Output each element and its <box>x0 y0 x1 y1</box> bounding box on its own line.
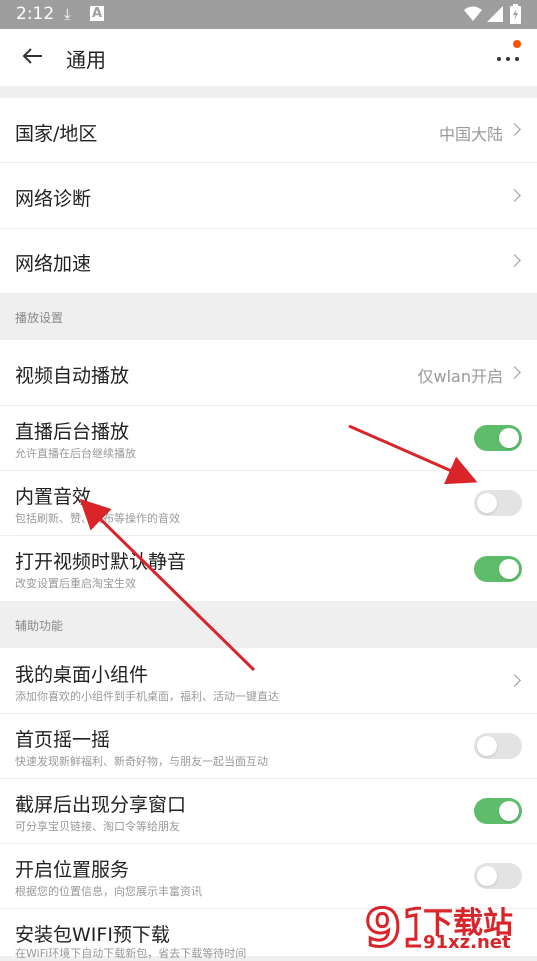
status-time: 2:12 <box>16 4 55 24</box>
shake-toggle[interactable] <box>474 733 522 759</box>
item-value: 中国大陆 <box>438 125 503 144</box>
app-bar: 通用 <box>0 29 537 86</box>
section-title: 辅助功能 <box>15 619 64 633</box>
chevron-right-icon <box>508 674 521 687</box>
section-header-playback: 播放设置 <box>0 293 537 340</box>
item-label: 我的桌面小组件 <box>15 664 149 686</box>
item-label: 截屏后出现分享窗口 <box>15 794 187 816</box>
settings-item-screenshot-share: 截屏后出现分享窗口 可分享宝贝链接、淘口令等给朋友 <box>0 779 537 843</box>
watermark: 91 下载站 91xz.net <box>365 896 535 957</box>
toggle-knob <box>477 736 497 756</box>
status-bar: 2:12 ⤓ A <box>0 0 537 29</box>
more-button[interactable] <box>495 40 521 67</box>
toggle-knob <box>499 801 519 821</box>
a-icon: A <box>90 6 105 21</box>
item-description: 允许直播在后台继续播放 <box>15 447 136 460</box>
chevron-right-icon <box>508 123 521 136</box>
section-header-assist: 辅助功能 <box>0 601 537 648</box>
watermark-url: 91xz.net <box>423 932 511 953</box>
notification-badge <box>513 40 521 48</box>
item-label: 直播后台播放 <box>15 421 130 443</box>
item-label: 开启位置服务 <box>15 859 130 881</box>
more-dots-icon <box>497 57 501 61</box>
sound-effects-toggle[interactable] <box>474 490 522 516</box>
more-dot <box>506 57 510 61</box>
toggle-knob <box>477 493 497 513</box>
settings-item-sound-effects: 内置音效 包括刷新、赞、发布等操作的音效 <box>0 471 537 535</box>
item-label: 网络诊断 <box>15 188 92 210</box>
mute-on-open-toggle[interactable] <box>474 556 522 582</box>
item-label: 视频自动播放 <box>15 365 130 387</box>
settings-item-mute-on-open: 打开视频时默认静音 改变设置后重启淘宝生效 <box>0 536 537 601</box>
wifi-icon <box>464 6 482 21</box>
settings-item-video-autoplay[interactable]: 视频自动播放 仅wlan开启 <box>0 340 537 405</box>
settings-item-region[interactable]: 国家/地区 中国大陆 <box>0 98 537 162</box>
signal-icon <box>487 6 503 22</box>
toggle-knob <box>499 428 519 448</box>
location-toggle[interactable] <box>474 863 522 889</box>
toggle-knob <box>477 866 497 886</box>
watermark-logo-text: 91 <box>365 899 421 956</box>
battery-icon <box>510 4 521 24</box>
settings-item-live-background: 直播后台播放 允许直播在后台继续播放 <box>0 406 537 470</box>
settings-item-network-diagnosis[interactable]: 网络诊断 <box>0 163 537 228</box>
live-background-toggle[interactable] <box>474 425 522 451</box>
item-description: 添加你喜欢的小组件到手机桌面，福利、活动一键直达 <box>15 690 279 703</box>
settings-item-desktop-widget[interactable]: 我的桌面小组件 添加你喜欢的小组件到手机桌面，福利、活动一键直达 <box>0 648 537 713</box>
item-description: 快速发现新鲜福利、新奇好物，与朋友一起当面互动 <box>15 755 268 768</box>
item-description: 根据您的位置信息，向您展示丰富资讯 <box>15 885 202 898</box>
item-description: 改变设置后重启淘宝生效 <box>15 577 136 590</box>
item-label: 首页摇一摇 <box>15 729 111 751</box>
download-icon: ⤓ <box>64 5 71 23</box>
chevron-right-icon <box>508 366 521 379</box>
arrow-left-icon <box>22 48 42 64</box>
item-label: 打开视频时默认静音 <box>15 551 187 573</box>
screenshot-share-toggle[interactable] <box>474 798 522 824</box>
more-dot <box>515 57 519 61</box>
item-label: 网络加速 <box>15 253 92 275</box>
toggle-knob <box>499 559 519 579</box>
item-value: 仅wlan开启 <box>417 367 503 386</box>
chevron-right-icon <box>508 189 521 202</box>
settings-item-network-accelerate[interactable]: 网络加速 <box>0 229 537 293</box>
section-title: 播放设置 <box>15 311 64 325</box>
chevron-right-icon <box>508 254 521 267</box>
item-description: 可分享宝贝链接、淘口令等给朋友 <box>15 820 180 833</box>
watermark-logo: 91 <box>365 898 421 957</box>
item-label: 安装包WIFI预下载 <box>15 924 170 946</box>
item-label: 内置音效 <box>15 486 92 508</box>
item-label: 国家/地区 <box>15 123 98 145</box>
page-title: 通用 <box>66 48 106 72</box>
settings-item-shake: 首页摇一摇 快速发现新鲜福利、新奇好物，与朋友一起当面互动 <box>0 714 537 778</box>
back-button[interactable] <box>20 43 46 69</box>
item-description: 包括刷新、赞、发布等操作的音效 <box>15 512 180 525</box>
item-description: 在WiFi环境下自动下载新包，省去下载等待时间 <box>15 947 247 960</box>
